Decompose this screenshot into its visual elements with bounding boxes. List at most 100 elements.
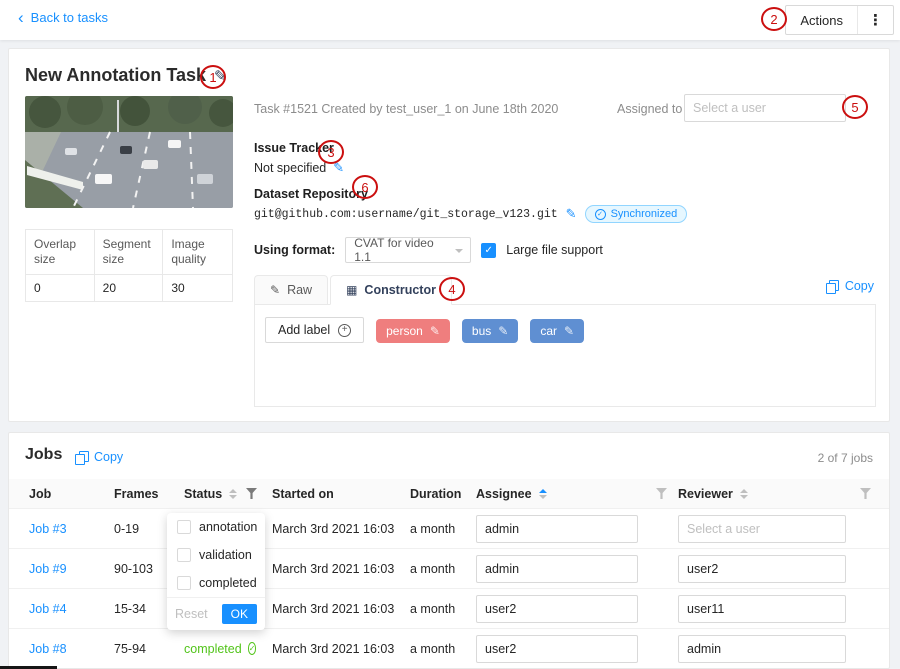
job-started: March 3rd 2021 16:03 [272,602,410,616]
jobs-table-header: Job Frames Status Started on Duration As… [9,479,889,509]
task-title: New Annotation Task [25,65,206,86]
param-value: 20 [95,275,164,301]
job-started: March 3rd 2021 16:03 [272,522,410,536]
labels-tabs: ✎ Raw ▦ Constructor Copy Add label + per… [254,271,876,407]
ok-button[interactable]: OK [222,604,257,624]
annotation-circle-6: 6 [352,175,378,199]
label-chip-name: person [386,324,423,338]
filter-option-validation[interactable]: validation [167,541,265,569]
actions-label: Actions [786,6,857,34]
add-label-text: Add label [278,323,330,337]
large-file-support-label: Large file support [506,243,603,257]
add-label-button[interactable]: Add label + [265,317,364,343]
filter-option-annotation[interactable]: annotation [167,513,265,541]
column-job: Job [29,487,114,501]
job-started: March 3rd 2021 16:03 [272,642,410,656]
annotation-circle-2: 2 [761,7,787,31]
tab-constructor[interactable]: ▦ Constructor [330,275,452,305]
column-reviewer[interactable]: Reviewer [678,487,860,501]
assignee-filter-icon[interactable] [656,488,667,499]
format-select[interactable]: CVAT for video 1.1 [345,237,471,263]
job-link[interactable]: Job #4 [29,602,114,616]
assignee-input[interactable] [476,515,638,543]
tab-constructor-label: Constructor [364,283,436,297]
constructor-panel: Add label + person ✎ bus ✎ car ✎ [254,305,876,407]
back-to-tasks-link[interactable]: ‹ Back to tasks [18,10,108,25]
job-link[interactable]: Job #9 [29,562,114,576]
back-chevron-icon: ‹ [18,11,24,24]
job-row: Job #8 75-94 completed ✓ March 3rd 2021 … [9,629,889,669]
plus-circle-icon: + [338,324,351,337]
tab-raw[interactable]: ✎ Raw [254,275,328,305]
job-link[interactable]: Job #3 [29,522,114,536]
annotation-circle-3: 3 [318,140,344,164]
label-chip-car[interactable]: car ✎ [530,319,584,343]
dataset-repository-url: git@github.com:username/git_storage_v123… [254,208,558,221]
using-format-label: Using format: [254,243,335,257]
edit-label-pencil-icon[interactable]: ✎ [564,324,574,338]
assignee-sort-icon[interactable] [539,489,547,499]
param-header: Overlap size [26,230,95,275]
column-duration: Duration [410,487,476,501]
label-chip-name: bus [472,324,491,338]
copy-labels-label: Copy [845,279,874,293]
column-assignee[interactable]: Assignee [476,487,656,501]
reviewer-input[interactable] [678,555,846,583]
annotation-circle-5: 5 [842,95,868,119]
job-frames: 75-94 [114,642,184,656]
reviewer-input[interactable] [678,595,846,623]
constructor-icon: ▦ [346,283,357,297]
assignee-input[interactable] [476,595,638,623]
job-link[interactable]: Job #8 [29,642,114,656]
job-row: Job #9 90-103 March 3rd 2021 16:03 a mon… [9,549,889,589]
edit-label-pencil-icon[interactable]: ✎ [498,324,508,338]
sync-check-icon: ✓ [595,209,606,220]
reset-button[interactable]: Reset [175,607,208,621]
copy-jobs-link[interactable]: Copy [75,450,123,464]
reviewer-sort-icon[interactable] [740,489,748,499]
checkbox-icon[interactable] [177,520,191,534]
job-duration: a month [410,562,476,576]
label-chip-person[interactable]: person ✎ [376,319,450,343]
jobs-title: Jobs [25,446,62,464]
column-status[interactable]: Status [184,487,246,501]
copy-labels-link[interactable]: Copy [826,279,874,293]
assigned-to-input[interactable] [684,94,846,122]
task-details-card: New Annotation Task ✎ [8,48,890,422]
raw-pencil-icon: ✎ [270,283,280,297]
tab-raw-label: Raw [287,283,312,297]
copy-icon [826,280,839,293]
reviewer-filter-icon[interactable] [860,488,871,499]
assignee-input[interactable] [476,555,638,583]
column-started-on: Started on [272,487,410,501]
status-filter-icon[interactable] [246,488,257,499]
actions-button[interactable]: Actions ⋮ [785,5,894,35]
filter-option-completed[interactable]: completed [167,569,265,597]
checkbox-icon[interactable] [177,576,191,590]
job-duration: a month [410,522,476,536]
column-status-label: Status [184,487,222,501]
job-status-label: completed [184,642,242,656]
status-sort-icon[interactable] [229,489,237,499]
assigned-to-label: Assigned to [617,102,682,116]
more-menu-icon[interactable]: ⋮ [857,6,893,34]
assignee-input[interactable] [476,635,638,663]
column-frames: Frames [114,487,184,501]
label-chip-bus[interactable]: bus ✎ [462,319,518,343]
edit-repository-pencil-icon[interactable]: ✎ [566,206,577,222]
job-row: Job #4 15-34 March 3rd 2021 16:03 a mont… [9,589,889,629]
reviewer-input[interactable] [678,635,846,663]
param-value: 0 [26,275,95,301]
edit-label-pencil-icon[interactable]: ✎ [430,324,440,338]
param-header: Segment size [95,230,164,275]
large-file-support-checkbox[interactable]: ✓ [481,243,496,258]
reviewer-input[interactable] [678,515,846,543]
column-reviewer-label: Reviewer [678,487,733,501]
task-meta: Task #1521 Created by test_user_1 on Jun… [254,102,558,116]
synchronized-badge: ✓ Synchronized [585,205,688,223]
task-title-row: New Annotation Task ✎ [25,65,227,86]
param-value: 30 [163,275,232,301]
back-to-tasks-label: Back to tasks [31,10,108,25]
checkbox-icon[interactable] [177,548,191,562]
jobs-count: 2 of 7 jobs [818,451,873,465]
